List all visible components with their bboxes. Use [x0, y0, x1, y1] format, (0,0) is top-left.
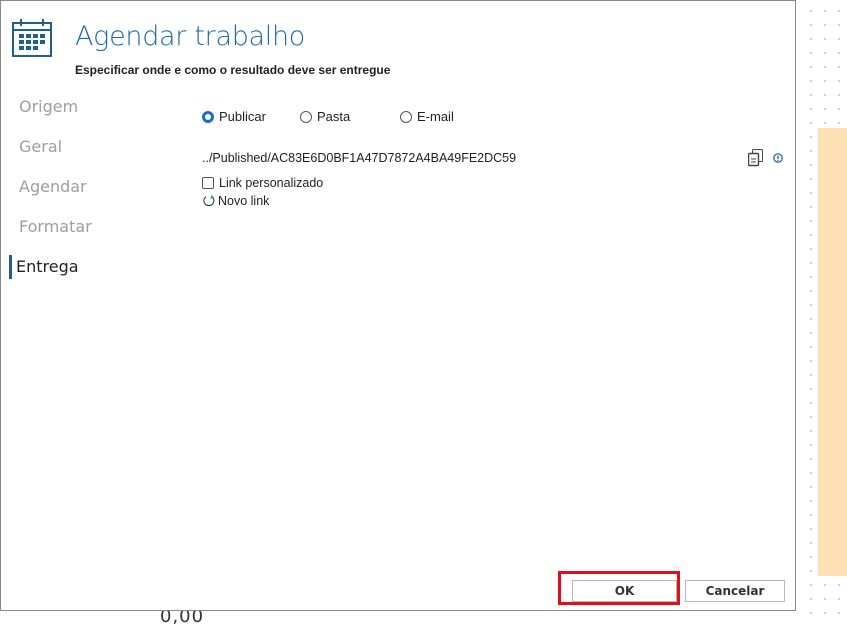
schedule-job-dialog: Agendar trabalho Especificar onde e como… — [0, 0, 796, 611]
sidebar-item-formatar[interactable]: Formatar — [19, 217, 92, 236]
radio-unchecked-icon — [400, 110, 412, 123]
ok-button[interactable]: OK — [572, 580, 677, 602]
dialog-title: Agendar trabalho — [75, 21, 306, 52]
new-link-label: Novo link — [218, 194, 270, 208]
radio-publicar-label: Publicar — [219, 109, 266, 124]
calendar-icon — [12, 19, 52, 57]
radio-pasta[interactable]: Pasta — [300, 109, 350, 124]
delivery-type-group: Publicar Pasta E-mail — [202, 109, 602, 129]
sidebar-item-geral[interactable]: Geral — [19, 137, 62, 156]
radio-publicar[interactable]: Publicar — [202, 109, 266, 124]
radio-unchecked-icon — [300, 110, 312, 123]
sidebar-item-agendar[interactable]: Agendar — [19, 177, 87, 196]
radio-email[interactable]: E-mail — [400, 109, 454, 124]
radio-checked-icon — [202, 110, 214, 123]
sidebar-item-origem[interactable]: Origem — [19, 97, 78, 116]
background-side-panel — [818, 128, 847, 576]
new-link-button[interactable]: Novo link — [202, 194, 269, 208]
checkbox-unchecked-icon — [202, 177, 214, 189]
custom-link-label: Link personalizado — [219, 176, 324, 190]
radio-pasta-label: Pasta — [317, 109, 351, 124]
copy-link-icon[interactable] — [748, 149, 764, 167]
sidebar-item-entrega[interactable]: Entrega — [16, 257, 79, 276]
info-icon[interactable] — [773, 153, 783, 163]
publish-path: ../Published/AC83E6D0BF1A47D7872A4BA49FE… — [202, 151, 517, 165]
cancel-button[interactable]: Cancelar — [685, 580, 785, 602]
custom-link-checkbox[interactable]: Link personalizado — [202, 176, 323, 190]
active-nav-indicator — [9, 255, 12, 279]
dialog-subtitle: Especificar onde e como o resultado deve… — [75, 63, 391, 77]
radio-email-label: E-mail — [417, 109, 454, 124]
refresh-icon — [203, 195, 215, 207]
